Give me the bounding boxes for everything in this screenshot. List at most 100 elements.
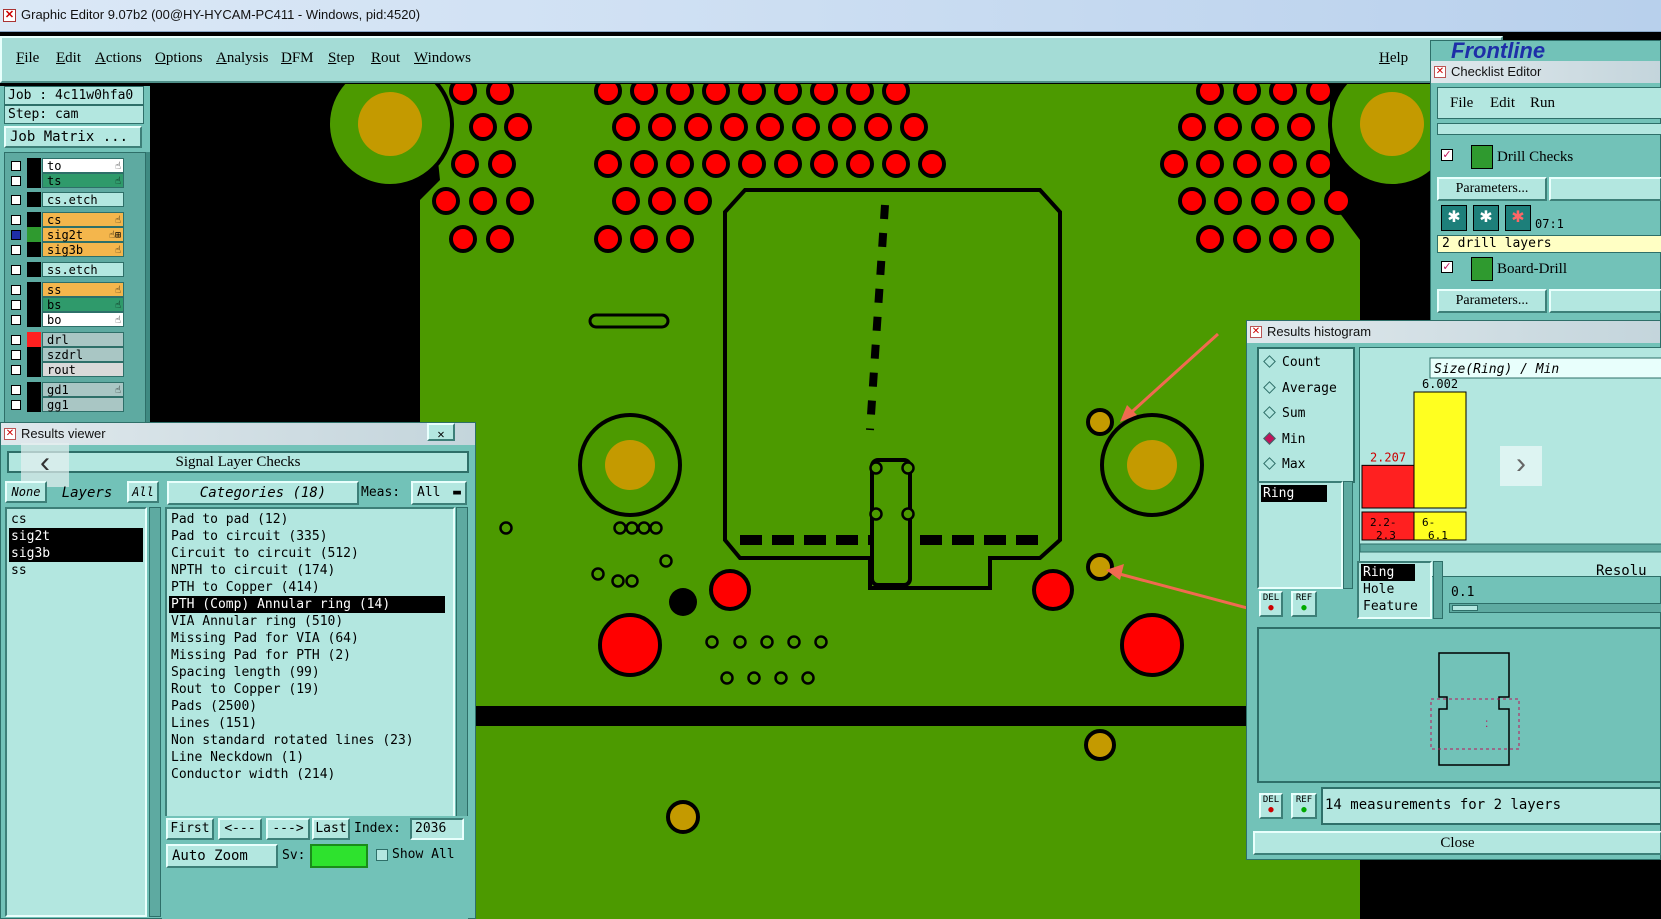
layer-name[interactable]: to ☝ — [42, 158, 124, 173]
layer-name[interactable]: sig2t ☝⊞ — [42, 227, 124, 242]
layer-checkbox[interactable] — [11, 400, 21, 410]
layer-row-sig2t[interactable]: sig2t ☝⊞ — [6, 227, 124, 242]
layer-list-scrollbar[interactable] — [149, 507, 161, 917]
checklist-menu-edit[interactable]: Edit — [1490, 95, 1515, 112]
first-button[interactable]: First — [166, 818, 214, 840]
layer-name[interactable]: rout — [42, 362, 124, 377]
list-item[interactable]: sig2t — [9, 528, 143, 545]
list-item[interactable]: sig3b — [9, 545, 143, 562]
layer-color-swatch[interactable] — [27, 227, 41, 242]
layer-row-ts[interactable]: ts ☝ — [6, 173, 124, 188]
next-button[interactable]: ---> — [266, 818, 310, 840]
menu-edit[interactable]: Edit — [56, 50, 81, 67]
layer-name[interactable]: cs.etch — [42, 192, 124, 207]
field-list[interactable]: Ring — [1257, 481, 1343, 589]
field-list-item[interactable]: Ring — [1261, 485, 1327, 502]
category-item[interactable]: PTH (Comp) Annular ring (14) — [169, 596, 445, 613]
menu-actions[interactable]: Actions — [95, 50, 142, 67]
menu-file[interactable]: File — [16, 50, 39, 67]
category-item[interactable]: Missing Pad for PTH (2) — [169, 647, 445, 664]
layer-checkbox[interactable] — [11, 161, 21, 171]
layer-row-drl[interactable]: drl — [6, 332, 124, 347]
last-button[interactable]: Last — [312, 818, 350, 840]
layer-checkbox[interactable] — [11, 230, 21, 240]
layer-checkbox[interactable] — [11, 176, 21, 186]
field-list-scrollbar[interactable] — [1343, 481, 1353, 589]
layer-name[interactable]: ss.etch — [42, 262, 124, 277]
checklist-menu-file[interactable]: File — [1450, 95, 1473, 112]
close-icon[interactable]: ✕ — [4, 428, 16, 440]
category-item[interactable]: Missing Pad for VIA (64) — [169, 630, 445, 647]
parameters-button-2[interactable]: Parameters... — [1437, 289, 1547, 313]
layer-color-swatch[interactable] — [27, 158, 41, 173]
layer-name[interactable]: gd1 ☝ — [42, 382, 124, 397]
layer-checkbox[interactable] — [11, 365, 21, 375]
layer-row-rout[interactable]: rout — [6, 362, 124, 377]
attribute-scrollbar[interactable] — [1433, 561, 1443, 619]
resolution-slider[interactable] — [1449, 603, 1661, 613]
layer-row-ss[interactable]: ss ☝ — [6, 282, 124, 297]
check-action-button-1[interactable] — [1549, 177, 1661, 201]
layer-color-swatch[interactable] — [27, 347, 41, 362]
layer-row-gg1[interactable]: gg1 — [6, 397, 124, 412]
list-item[interactable]: ss — [9, 562, 143, 579]
menu-windows[interactable]: Windows — [414, 50, 471, 67]
histogram-bar[interactable] — [1413, 391, 1467, 509]
layer-color-swatch[interactable] — [27, 397, 41, 412]
none-button[interactable]: None — [5, 481, 47, 503]
list-item[interactable]: cs — [9, 511, 143, 528]
job-matrix-button[interactable]: Job Matrix ... — [4, 126, 142, 148]
layer-checkbox[interactable] — [11, 285, 21, 295]
checklist-menu-run[interactable]: Run — [1530, 95, 1555, 112]
menu-step[interactable]: Step — [328, 50, 355, 67]
board-drill-label[interactable]: Board-Drill — [1497, 261, 1567, 278]
layer-name[interactable]: ss ☝ — [42, 282, 124, 297]
run-icon[interactable]: ✱ — [1441, 205, 1467, 231]
layer-checkbox[interactable] — [11, 350, 21, 360]
board-drill-checkbox[interactable]: ✓ — [1441, 261, 1453, 273]
attribute-list[interactable]: Ring Hole Feature — [1357, 561, 1432, 619]
layer-color-swatch[interactable] — [27, 262, 41, 277]
layer-color-swatch[interactable] — [27, 332, 41, 347]
layer-checkbox[interactable] — [11, 245, 21, 255]
menu-options[interactable]: Options — [155, 50, 203, 67]
mode-radio-sum[interactable]: Sum — [1263, 406, 1305, 421]
layer-color-swatch[interactable] — [27, 192, 41, 207]
category-item[interactable]: Pads (2500) — [169, 698, 445, 715]
category-item[interactable]: NPTH to circuit (174) — [169, 562, 445, 579]
layer-color-swatch[interactable] — [27, 362, 41, 377]
close-button[interactable]: Close — [1253, 831, 1661, 855]
auto-zoom-dropdown[interactable]: Auto Zoom — [166, 844, 278, 868]
category-item[interactable]: Pad to circuit (335) — [169, 528, 445, 545]
layer-checkbox[interactable] — [11, 300, 21, 310]
layer-checkbox[interactable] — [11, 385, 21, 395]
parameters-button-1[interactable]: Parameters... — [1437, 177, 1547, 201]
layer-row-gd1[interactable]: gd1 ☝ — [6, 382, 124, 397]
close-icon[interactable]: ✕ — [1434, 66, 1446, 78]
layer-name[interactable]: sig3b ☝ — [42, 242, 124, 257]
del-button[interactable]: DEL ● — [1259, 591, 1283, 617]
layer-checkbox[interactable] — [11, 215, 21, 225]
layer-color-swatch[interactable] — [27, 297, 41, 312]
layer-checkbox[interactable] — [11, 335, 21, 345]
layer-checkbox[interactable] — [11, 315, 21, 325]
layer-name[interactable]: bs ☝ — [42, 297, 124, 312]
layer-row-szdrl[interactable]: szdrl — [6, 347, 124, 362]
attribute-item[interactable]: Hole — [1361, 581, 1415, 598]
layer-color-swatch[interactable] — [27, 282, 41, 297]
layer-row-bs[interactable]: bs ☝ — [6, 297, 124, 312]
category-item[interactable]: Non standard rotated lines (23) — [169, 732, 445, 749]
category-item[interactable]: Conductor width (214) — [169, 766, 445, 783]
layer-name[interactable]: szdrl — [42, 347, 124, 362]
menu-analysis[interactable]: Analysis — [216, 50, 269, 67]
sv-color-dropdown[interactable] — [310, 844, 368, 868]
category-item[interactable]: VIA Annular ring (510) — [169, 613, 445, 630]
layer-name[interactable]: gg1 — [42, 397, 124, 412]
del-button-2[interactable]: DEL ● — [1259, 793, 1283, 819]
category-item[interactable]: Spacing length (99) — [169, 664, 445, 681]
drill-check-label[interactable]: Drill Checks — [1497, 149, 1573, 166]
menu-dfm[interactable]: DFM — [281, 50, 314, 67]
meas-dropdown[interactable]: All ▬ — [411, 481, 467, 505]
category-item[interactable]: Rout to Copper (19) — [169, 681, 445, 698]
attribute-item[interactable]: Ring — [1361, 564, 1415, 581]
